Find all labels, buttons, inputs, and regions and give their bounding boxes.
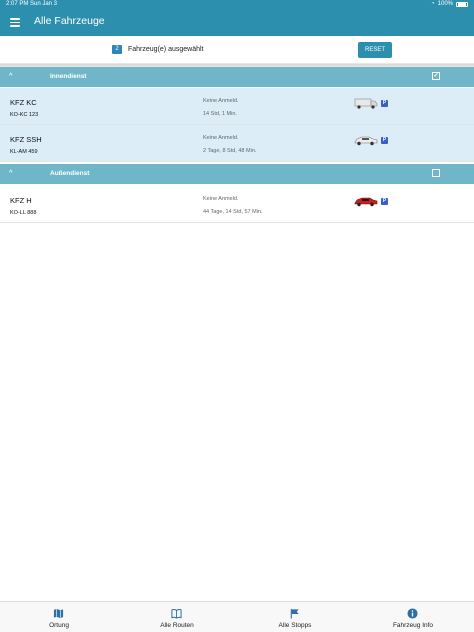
vehicle-plate: KL-AM 459	[10, 149, 38, 155]
vehicle-name: KFZ SSH	[10, 135, 42, 144]
login-status: Keine Anmeld.	[203, 98, 239, 104]
status-duration: 14 Std, 1 Min.	[203, 111, 237, 117]
parking-icon: P	[381, 137, 388, 144]
status-date: Sun Jan 3	[30, 1, 58, 7]
selection-text: Fahrzeug(e) ausgewählt	[128, 46, 204, 53]
vehicle-name: KFZ H	[10, 196, 32, 205]
tab-label: Alle Stopps	[278, 622, 312, 629]
login-status: Keine Anmeld.	[203, 196, 239, 202]
vehicle-row[interactable]: KFZ KC KO-KC 123 Keine Anmeld. 14 Std, 1…	[0, 88, 474, 125]
red-car-icon	[354, 197, 378, 207]
status-right: ◔ 100%	[431, 0, 468, 9]
wifi-icon: ◔	[431, 1, 435, 7]
chevron-up-icon[interactable]: ^	[9, 170, 13, 176]
tab-alle-stopps[interactable]: Alle Stopps	[236, 602, 354, 632]
selection-bar: 2 Fahrzeug(e) ausgewählt RESET	[0, 36, 474, 64]
tab-fahrzeug-info[interactable]: Fahrzeug Info	[354, 602, 472, 632]
vehicle-name: KFZ KC	[10, 98, 37, 107]
parking-icon: P	[381, 198, 388, 205]
status-time: 2:07 PM	[6, 1, 29, 7]
app-header: 2:07 PM Sun Jan 3 ◔ 100% Alle Fahrzeuge	[0, 0, 474, 36]
status-bar: 2:07 PM Sun Jan 3 ◔ 100%	[0, 0, 474, 9]
tab-ortung[interactable]: Ortung	[0, 602, 118, 632]
status-duration: 2 Tage, 8 Std, 48 Min.	[203, 148, 257, 154]
group-checkbox-checked[interactable]: ✓	[432, 72, 440, 80]
page-title: Alle Fahrzeuge	[34, 15, 105, 27]
reset-button[interactable]: RESET	[358, 42, 392, 58]
vehicle-plate: KO-LL 888	[10, 210, 37, 216]
flag-icon	[290, 608, 299, 619]
selected-count-badge: 2	[112, 45, 122, 54]
vehicle-row[interactable]: KFZ H KO-LL 888 Keine Anmeld. 44 Tage, 1…	[0, 186, 474, 223]
group-name: Innendienst	[50, 73, 87, 80]
login-status: Keine Anmeld.	[203, 135, 239, 141]
tab-label: Alle Routen	[160, 622, 194, 629]
white-car-icon	[354, 136, 378, 146]
chevron-up-icon[interactable]: ^	[9, 73, 13, 79]
map-icon	[53, 608, 64, 619]
info-icon	[407, 608, 418, 619]
tab-label: Ortung	[49, 622, 69, 629]
parking-icon: P	[381, 100, 388, 107]
group-header-aussendienst[interactable]: ^ Außendienst	[0, 164, 474, 184]
tab-label: Fahrzeug Info	[392, 622, 434, 629]
tab-alle-routen[interactable]: Alle Routen	[118, 602, 236, 632]
white-van-icon	[354, 98, 378, 109]
battery-percent: 100%	[437, 1, 453, 7]
header-row: Alle Fahrzeuge	[0, 9, 474, 36]
vehicle-row[interactable]: KFZ SSH KL-AM 459 Keine Anmeld. 2 Tage, …	[0, 125, 474, 162]
book-icon	[171, 608, 182, 619]
group-header-innendienst[interactable]: ^ Innendienst ✓	[0, 67, 474, 87]
status-duration: 44 Tage, 14 Std, 57 Min.	[203, 209, 263, 215]
bottom-tab-bar: Ortung Alle Routen Alle Stopps Fahrzeug …	[0, 601, 474, 632]
vehicle-plate: KO-KC 123	[10, 112, 39, 118]
group-name: Außendienst	[50, 170, 90, 177]
group-checkbox-unchecked[interactable]	[432, 169, 440, 177]
hamburger-menu-icon[interactable]	[10, 18, 20, 27]
battery-icon	[456, 2, 468, 7]
